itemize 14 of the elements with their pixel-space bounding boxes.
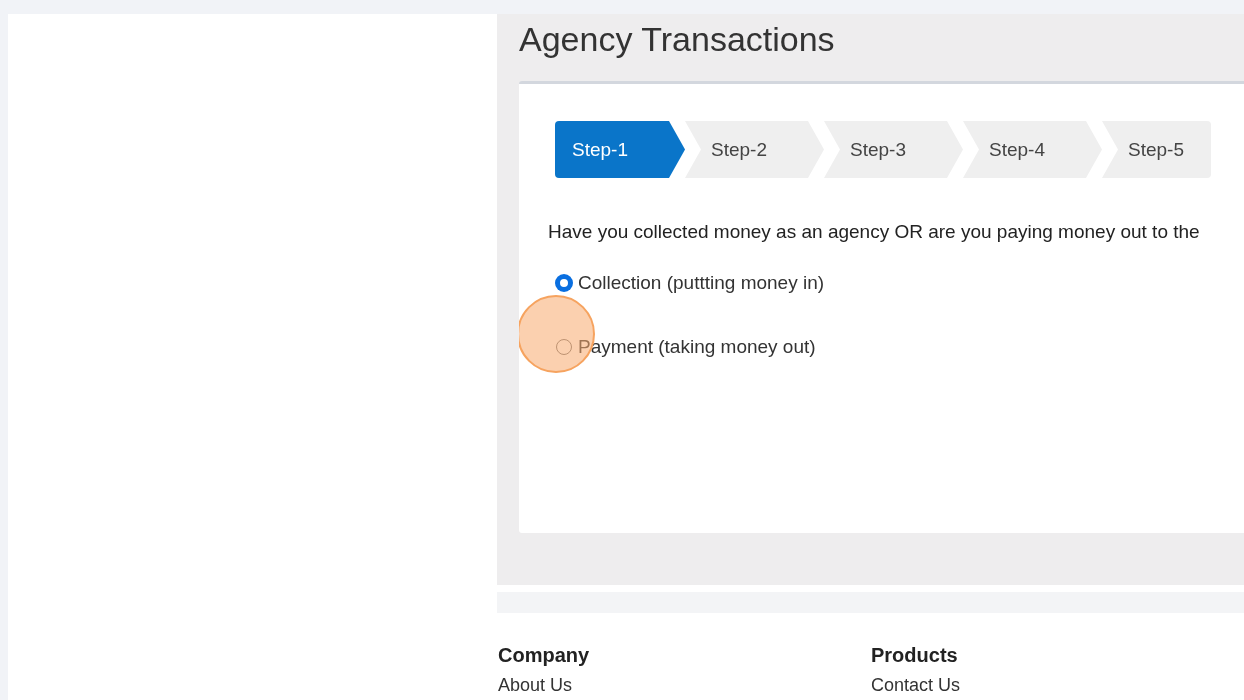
- step-tab[interactable]: Step-3: [824, 121, 963, 178]
- radio-button[interactable]: [556, 275, 572, 291]
- option-label: Collection (puttting money in): [578, 272, 825, 294]
- footer-heading: Company: [498, 644, 591, 667]
- radio-button[interactable]: [556, 339, 572, 355]
- footer-link[interactable]: Contact Us: [871, 675, 1244, 696]
- question-text: Have you collected money as an agency OR are you paying money out to the: [548, 221, 1201, 243]
- step-tab[interactable]: Step-5: [1102, 121, 1211, 178]
- footer-heading: Products: [871, 644, 959, 667]
- step-tab[interactable]: Step-4: [963, 121, 1102, 178]
- footer-link[interactable]: About Us: [498, 675, 871, 696]
- step-tab[interactable]: Step-2: [685, 121, 824, 178]
- step-tab[interactable]: Step-1: [555, 121, 685, 178]
- page-title: Agency Transactions: [519, 19, 836, 60]
